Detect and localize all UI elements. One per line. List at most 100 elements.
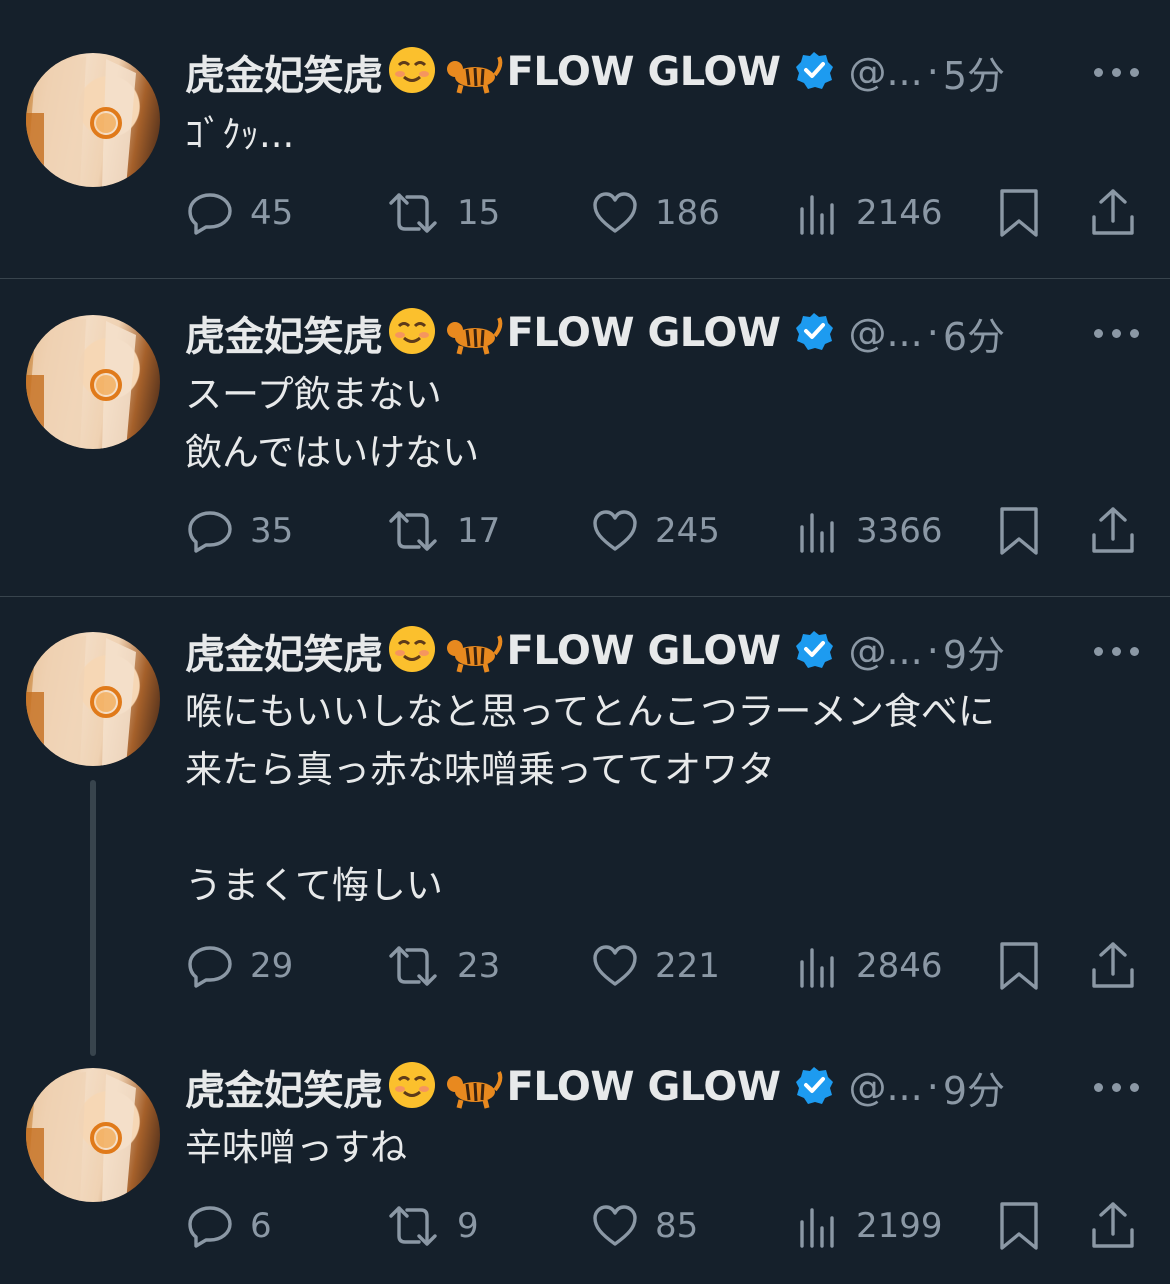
views-button[interactable]: 2846 bbox=[796, 936, 943, 996]
avatar[interactable] bbox=[26, 632, 160, 766]
tweet-header: 虎金妃笑虎 FLOW GLOW @... · 5分 bbox=[185, 44, 1005, 100]
separator: · bbox=[926, 629, 939, 673]
views-count: 3366 bbox=[856, 511, 943, 551]
bookmark-button[interactable] bbox=[998, 1196, 1040, 1256]
separator: · bbox=[926, 311, 939, 355]
like-count: 221 bbox=[655, 946, 720, 986]
tweet-actions: 6 9 85 2199 bbox=[0, 1196, 1170, 1256]
reply-icon bbox=[188, 1206, 232, 1248]
tweet-actions: 29 23 221 2846 bbox=[0, 936, 1170, 996]
tweet-text: 辛味噌っすね bbox=[185, 1126, 407, 1169]
tweet-actions: 35 17 245 3366 bbox=[0, 501, 1170, 561]
reply-button[interactable]: 6 bbox=[186, 1196, 272, 1256]
more-options-icon[interactable] bbox=[1094, 1077, 1140, 1097]
tweet-text: スープ飲まない 飲んではいけない bbox=[185, 373, 480, 474]
retweet-icon bbox=[389, 1206, 437, 1246]
bookmark-button[interactable] bbox=[998, 501, 1040, 561]
avatar[interactable] bbox=[26, 53, 160, 187]
views-count: 2846 bbox=[856, 946, 943, 986]
share-button[interactable] bbox=[1090, 1196, 1136, 1256]
like-button[interactable]: 245 bbox=[591, 501, 720, 561]
tiger-emoji bbox=[445, 306, 503, 360]
like-button[interactable]: 186 bbox=[591, 183, 720, 243]
heart-icon bbox=[593, 945, 637, 986]
views-count: 2146 bbox=[856, 193, 943, 233]
views-chart-icon bbox=[800, 195, 834, 235]
retweet-button[interactable]: 15 bbox=[385, 183, 500, 243]
author-suffix[interactable]: FLOW GLOW bbox=[507, 1064, 781, 1110]
tweet-header: 虎金妃笑虎 FLOW GLOW @... · 9分 bbox=[185, 623, 1005, 679]
retweet-button[interactable]: 9 bbox=[385, 1196, 479, 1256]
separator: · bbox=[926, 50, 939, 94]
like-button[interactable]: 85 bbox=[591, 1196, 698, 1256]
more-options-icon[interactable] bbox=[1094, 323, 1140, 343]
avatar[interactable] bbox=[26, 315, 160, 449]
smiling-face-emoji bbox=[387, 624, 437, 678]
reply-button[interactable]: 29 bbox=[186, 936, 293, 996]
more-options-icon[interactable] bbox=[1094, 641, 1140, 661]
reply-icon bbox=[188, 946, 232, 988]
reply-count: 6 bbox=[250, 1206, 272, 1246]
views-button[interactable]: 2199 bbox=[796, 1196, 943, 1256]
tweet-actions: 45 15 186 2146 bbox=[0, 183, 1170, 243]
tiger-emoji bbox=[445, 1060, 503, 1114]
views-button[interactable]: 2146 bbox=[796, 183, 943, 243]
share-button[interactable] bbox=[1090, 183, 1136, 243]
retweet-icon bbox=[389, 946, 437, 986]
retweet-count: 15 bbox=[457, 193, 501, 233]
retweet-icon bbox=[389, 511, 437, 551]
like-button[interactable]: 221 bbox=[591, 936, 720, 996]
views-button[interactable]: 3366 bbox=[796, 501, 943, 561]
reply-button[interactable]: 45 bbox=[186, 183, 293, 243]
avatar[interactable] bbox=[26, 1068, 160, 1202]
tweet-text: ｺﾞｸｯ... bbox=[185, 113, 295, 156]
bookmark-icon bbox=[1000, 942, 1038, 990]
tweet[interactable]: 虎金妃笑虎 FLOW GLOW @... · 9分 辛味噌っすね 6 9 85 … bbox=[0, 1033, 1170, 1284]
separator: · bbox=[926, 1065, 939, 1109]
timestamp[interactable]: 9分 bbox=[943, 1060, 1005, 1115]
retweet-button[interactable]: 17 bbox=[385, 501, 500, 561]
author-handle[interactable]: @... bbox=[848, 311, 922, 355]
verified-badge-icon bbox=[794, 629, 834, 673]
author-name[interactable]: 虎金妃笑虎 bbox=[185, 304, 383, 362]
share-button[interactable] bbox=[1090, 501, 1136, 561]
tweet-feed: 虎金妃笑虎 FLOW GLOW @... · 5分 ｺﾞｸｯ... 45 15 … bbox=[0, 0, 1170, 1284]
smiling-face-emoji bbox=[387, 1060, 437, 1114]
views-chart-icon bbox=[800, 513, 834, 553]
tweet[interactable]: 虎金妃笑虎 FLOW GLOW @... · 9分 喉にもいいしなと思ってとんこ… bbox=[0, 597, 1170, 1033]
verified-badge-icon bbox=[794, 311, 834, 355]
author-handle[interactable]: @... bbox=[848, 629, 922, 673]
tweet-header: 虎金妃笑虎 FLOW GLOW @... · 9分 bbox=[185, 1059, 1005, 1115]
verified-badge-icon bbox=[794, 50, 834, 94]
like-count: 85 bbox=[655, 1206, 699, 1246]
bookmark-button[interactable] bbox=[998, 183, 1040, 243]
share-icon bbox=[1092, 1202, 1134, 1248]
smiling-face-emoji bbox=[387, 45, 437, 99]
author-handle[interactable]: @... bbox=[848, 1065, 922, 1109]
reply-button[interactable]: 35 bbox=[186, 501, 293, 561]
reply-count: 35 bbox=[250, 511, 294, 551]
tweet[interactable]: 虎金妃笑虎 FLOW GLOW @... · 6分 スープ飲まない 飲んではいけ… bbox=[0, 279, 1170, 596]
share-button[interactable] bbox=[1090, 936, 1136, 996]
author-name[interactable]: 虎金妃笑虎 bbox=[185, 622, 383, 680]
timestamp[interactable]: 5分 bbox=[943, 45, 1005, 100]
like-count: 245 bbox=[655, 511, 720, 551]
heart-icon bbox=[593, 192, 637, 233]
timestamp[interactable]: 9分 bbox=[943, 624, 1005, 679]
like-count: 186 bbox=[655, 193, 720, 233]
share-icon bbox=[1092, 507, 1134, 553]
reply-icon bbox=[188, 511, 232, 553]
retweet-button[interactable]: 23 bbox=[385, 936, 500, 996]
more-options-icon[interactable] bbox=[1094, 62, 1140, 82]
author-name[interactable]: 虎金妃笑虎 bbox=[185, 43, 383, 101]
author-handle[interactable]: @... bbox=[848, 50, 922, 94]
author-name[interactable]: 虎金妃笑虎 bbox=[185, 1058, 383, 1116]
share-icon bbox=[1092, 942, 1134, 988]
tweet[interactable]: 虎金妃笑虎 FLOW GLOW @... · 5分 ｺﾞｸｯ... 45 15 … bbox=[0, 0, 1170, 278]
author-suffix[interactable]: FLOW GLOW bbox=[507, 49, 781, 95]
timestamp[interactable]: 6分 bbox=[943, 306, 1005, 361]
bookmark-button[interactable] bbox=[998, 936, 1040, 996]
author-suffix[interactable]: FLOW GLOW bbox=[507, 310, 781, 356]
author-suffix[interactable]: FLOW GLOW bbox=[507, 628, 781, 674]
retweet-count: 23 bbox=[457, 946, 501, 986]
